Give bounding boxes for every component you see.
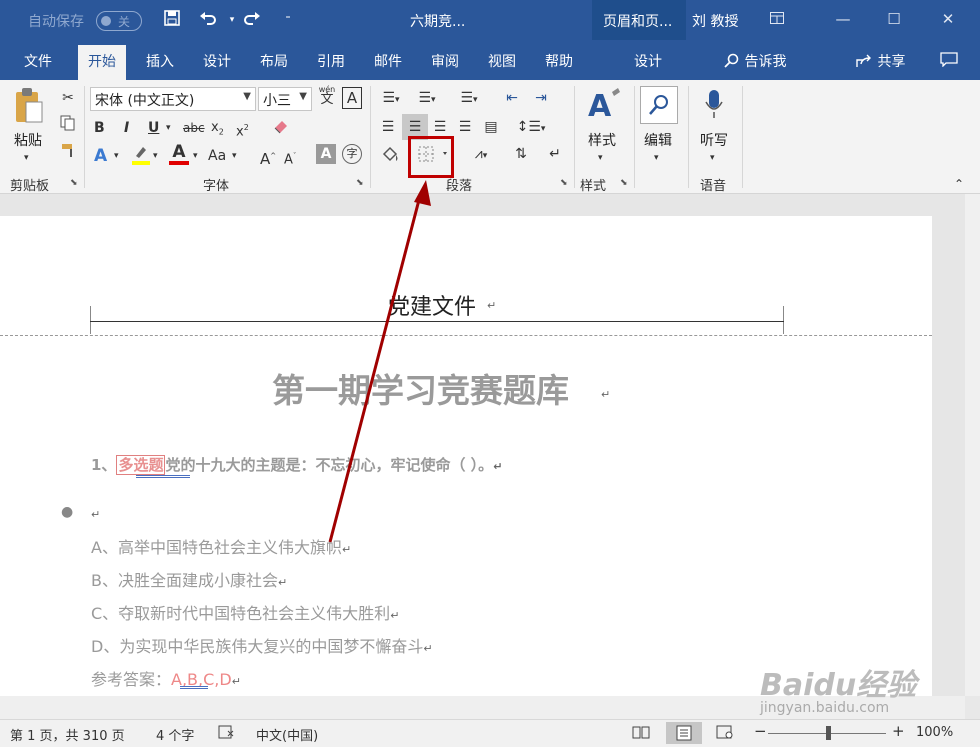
- vertical-scrollbar[interactable]: [965, 194, 980, 696]
- watermark-url: jingyan.baidu.com: [760, 700, 890, 716]
- web-layout-icon[interactable]: [716, 725, 734, 743]
- print-layout-icon[interactable]: [666, 722, 702, 744]
- zoom-slider-thumb[interactable]: [826, 726, 831, 740]
- page-count[interactable]: 第 1 页，共 310 页: [10, 725, 125, 744]
- word-count[interactable]: 4 个字: [156, 725, 194, 744]
- zoom-out-icon[interactable]: −: [754, 722, 767, 740]
- proofing-icon[interactable]: [218, 725, 236, 743]
- zoom-level[interactable]: 100%: [916, 725, 953, 740]
- read-mode-icon[interactable]: [632, 725, 650, 743]
- zoom-in-icon[interactable]: +: [892, 722, 905, 740]
- status-bar: 第 1 页，共 310 页 4 个字 中文(中国) − + 100%: [0, 719, 980, 747]
- language[interactable]: 中文(中国): [256, 725, 318, 744]
- annotation-arrow: [328, 180, 431, 543]
- watermark-brand: Baidu经验: [760, 668, 917, 703]
- watermark: Baidu经验: [760, 660, 916, 704]
